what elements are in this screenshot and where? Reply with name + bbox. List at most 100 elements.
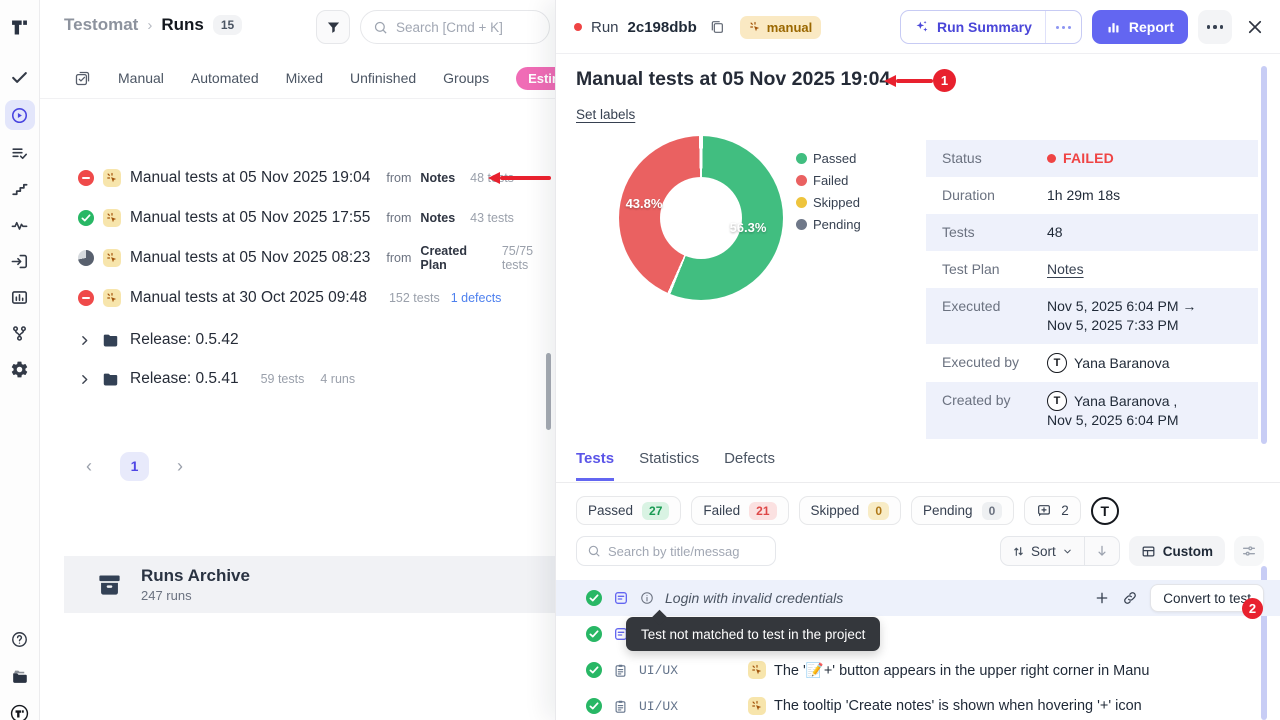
breadcrumb-app[interactable]: Testomat — [64, 15, 138, 35]
custom-columns-button[interactable]: Custom — [1129, 536, 1225, 566]
runs-nav-icon[interactable] — [5, 100, 35, 130]
manual-run-icon — [103, 249, 121, 267]
test-row[interactable]: UI/UX The tooltip 'Create notes' is show… — [556, 688, 1280, 720]
manual-run-icon — [103, 289, 121, 307]
pending-dot-icon — [796, 219, 807, 230]
chevron-right-icon[interactable] — [78, 334, 91, 347]
passed-filter-chip[interactable]: Passed27 — [576, 496, 681, 525]
steps-nav-icon[interactable] — [5, 174, 35, 204]
set-labels-link[interactable]: Set labels — [576, 107, 635, 122]
chevron-down-icon — [1062, 546, 1073, 557]
archive-text: Runs Archive 247 runs — [141, 566, 250, 603]
sort-split-button: Sort — [1000, 536, 1120, 566]
sort-button[interactable]: Sort — [1001, 537, 1084, 565]
folder-icon — [101, 370, 120, 389]
breadcrumb-page[interactable]: Runs — [161, 15, 204, 35]
test-row[interactable]: Login with invalid credentials Convert t… — [556, 580, 1280, 616]
failed-filter-chip[interactable]: Failed21 — [691, 496, 788, 525]
checks-nav-icon[interactable] — [5, 62, 35, 92]
global-search[interactable] — [360, 10, 550, 44]
select-all-icon[interactable] — [74, 70, 91, 87]
run-from-value: Created Plan — [420, 244, 486, 272]
run-row[interactable]: Manual tests at 30 Oct 2025 09:48 152 te… — [40, 278, 555, 318]
runs-scrollbar[interactable] — [546, 353, 551, 430]
run-info-table: Status FAILED Duration 1h 29m 18s Tests … — [926, 140, 1258, 439]
search-icon — [373, 20, 388, 35]
run-row[interactable]: Manual tests at 05 Nov 2025 17:55 from N… — [40, 198, 555, 238]
detail-header: Run 2c198dbb manual Run Summary — [556, 0, 1280, 54]
legend-item-failed: Failed — [796, 173, 861, 188]
branches-nav-icon[interactable] — [5, 318, 35, 348]
import-nav-icon[interactable] — [5, 246, 35, 276]
bar-chart-icon — [1106, 20, 1121, 35]
profile-avatar[interactable] — [5, 698, 35, 720]
more-icon — [1056, 26, 1071, 29]
testomat-logo-icon[interactable] — [5, 12, 35, 42]
info-value: 1h 29m 18s — [1047, 186, 1120, 205]
add-icon[interactable] — [1094, 590, 1110, 606]
tests-search-input[interactable] — [608, 544, 765, 559]
tab-defects[interactable]: Defects — [724, 450, 775, 478]
detail-scrollbar[interactable] — [1261, 66, 1267, 444]
archive-title: Runs Archive — [141, 566, 250, 586]
arrow-down-icon — [1095, 544, 1109, 558]
tab-mixed[interactable]: Mixed — [286, 70, 323, 86]
toolbar-right: Sort Custom — [1000, 536, 1264, 566]
chart-legend: Passed Failed Skipped Pending — [796, 151, 861, 232]
chevron-right-icon[interactable] — [78, 373, 91, 386]
global-search-input[interactable] — [396, 20, 537, 35]
run-title: Manual tests at 05 Nov 2025 19:04 — [130, 169, 370, 187]
run-id: 2c198dbb — [628, 19, 697, 36]
failed-status-icon — [78, 290, 94, 306]
test-tag: UI/UX — [639, 699, 697, 714]
tab-manual[interactable]: Manual — [118, 70, 164, 86]
run-row[interactable]: Manual tests at 05 Nov 2025 08:23 from C… — [40, 238, 555, 278]
run-summary-more-button[interactable] — [1045, 11, 1081, 43]
skipped-filter-chip[interactable]: Skipped0 — [799, 496, 901, 525]
tab-tests[interactable]: Tests — [576, 450, 614, 481]
next-page-button[interactable]: › — [171, 456, 189, 477]
run-row[interactable]: Manual tests at 05 Nov 2025 19:04 from N… — [40, 158, 555, 198]
tests-search[interactable] — [576, 536, 776, 566]
test-row[interactable]: UI/UX The '📝+' button appears in the upp… — [556, 652, 1280, 688]
pulse-nav-icon[interactable] — [5, 210, 35, 240]
failed-slice-label: 43.8% — [621, 196, 667, 211]
info-label: Duration — [942, 186, 1047, 203]
comments-filter-chip[interactable]: 2 — [1024, 496, 1081, 525]
info-icon[interactable] — [640, 591, 654, 605]
sort-direction-button[interactable] — [1084, 537, 1119, 565]
filter-button[interactable] — [316, 10, 350, 44]
manual-run-icon — [748, 697, 766, 715]
assignee-avatar[interactable]: T — [1091, 497, 1119, 525]
docs-icon[interactable] — [5, 661, 35, 691]
prev-page-button[interactable]: ‹ — [80, 456, 98, 477]
test-plans-nav-icon[interactable] — [5, 138, 35, 168]
run-identity: Run 2c198dbb manual — [574, 0, 821, 54]
link-icon[interactable] — [1122, 590, 1138, 606]
legend-label: Passed — [813, 151, 856, 166]
created-by-user: TYana Baranova , Nov 5, 2025 6:04 PM — [1047, 391, 1179, 430]
analytics-nav-icon[interactable] — [5, 282, 35, 312]
close-detail-icon[interactable] — [1246, 18, 1264, 36]
runs-archive-bar[interactable]: Runs Archive 247 runs — [64, 556, 555, 613]
view-settings-button[interactable] — [1234, 536, 1264, 566]
release-folder-row[interactable]: Release: 0.5.42 — [40, 321, 555, 359]
report-button[interactable]: Report — [1092, 10, 1188, 44]
tab-automated[interactable]: Automated — [191, 70, 259, 86]
run-defects-link[interactable]: 1 defects — [451, 291, 502, 305]
help-icon[interactable] — [5, 624, 35, 654]
run-summary-split-button: Run Summary — [900, 10, 1082, 44]
more-options-button[interactable] — [1198, 10, 1232, 44]
settings-nav-icon[interactable] — [5, 354, 35, 384]
current-page-button[interactable]: 1 — [120, 452, 149, 481]
run-summary-button[interactable]: Run Summary — [901, 11, 1045, 43]
pending-filter-chip[interactable]: Pending0 — [911, 496, 1014, 525]
test-plan-link[interactable]: Notes — [1047, 260, 1084, 279]
copy-icon[interactable] — [709, 19, 725, 35]
release-folder-row[interactable]: Release: 0.5.41 59 tests 4 runs — [40, 360, 555, 398]
tab-statistics[interactable]: Statistics — [639, 450, 699, 478]
tab-unfinished[interactable]: Unfinished — [350, 70, 416, 86]
clipboard-icon — [613, 663, 628, 678]
report-label: Report — [1129, 19, 1174, 35]
tab-groups[interactable]: Groups — [443, 70, 489, 86]
